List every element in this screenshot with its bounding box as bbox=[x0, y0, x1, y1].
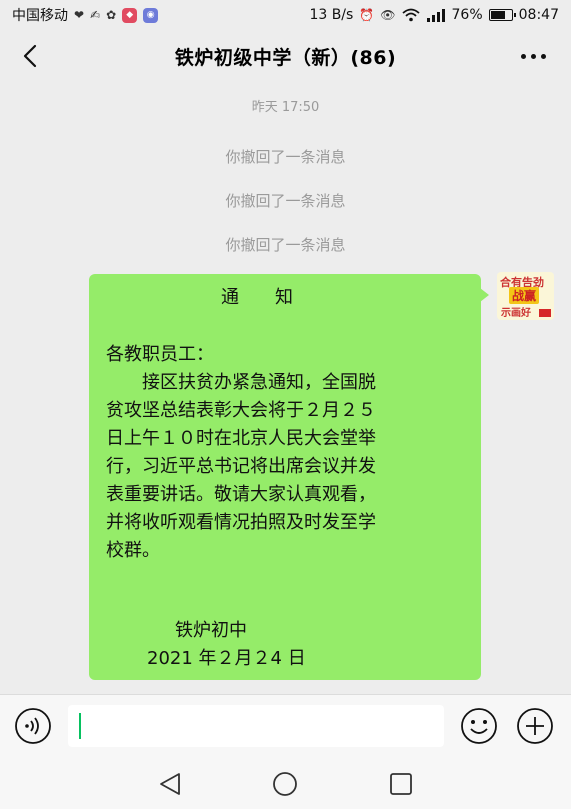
system-nav-bar bbox=[0, 758, 571, 809]
nav-home-icon[interactable] bbox=[272, 771, 298, 797]
text-caret bbox=[79, 713, 81, 739]
message-signature: 铁炉初中 bbox=[175, 620, 247, 641]
recall-notice: 你撤回了一条消息 bbox=[225, 192, 346, 210]
battery-percent: 76% bbox=[451, 7, 483, 23]
chat-app-icon: ◉ bbox=[143, 7, 159, 23]
battery-icon bbox=[488, 9, 516, 21]
status-left: 中国移动 ❤ ✍ ✿ ◆ ◉ bbox=[12, 5, 159, 25]
recall-notice: 你撤回了一条消息 bbox=[225, 236, 346, 254]
more-options-button[interactable] bbox=[513, 40, 553, 72]
message-line: 日上午１０时在北京人民大会堂举 bbox=[106, 428, 376, 449]
message-line: 校群。 bbox=[106, 540, 160, 561]
chevron-left-icon bbox=[23, 44, 37, 68]
alarm-icon: ⏰ bbox=[359, 8, 375, 22]
avatar-text: 战赢 bbox=[509, 287, 540, 304]
message-line: 表重要讲话。敬请大家认真观看， bbox=[106, 484, 376, 505]
message-line: 行，习近平总书记将出席会议并发 bbox=[106, 456, 376, 477]
carrier-name: 中国移动 bbox=[12, 8, 68, 24]
nav-back-icon[interactable] bbox=[157, 772, 183, 796]
nav-recent-apps-icon[interactable] bbox=[389, 772, 413, 796]
battery-fill bbox=[490, 11, 506, 19]
more-dots-icon bbox=[520, 53, 526, 59]
message-input[interactable] bbox=[68, 705, 444, 747]
message-bubble[interactable]: 通 知 各教职员工： 接区扶贫办紧急通知，全国脱 贫攻坚总结表彰大会将于２月２５… bbox=[89, 274, 489, 680]
message-line: 各教职员工： bbox=[106, 344, 214, 365]
avatar-text: 示画好 bbox=[501, 308, 531, 319]
chat-header: 铁炉初级中学（新）(86) bbox=[0, 30, 571, 82]
eye-icon: 👁 bbox=[380, 8, 396, 22]
notice-heading: 通 知 bbox=[221, 287, 293, 308]
status-bar: 中国移动 ❤ ✍ ✿ ◆ ◉ 13 B/s ⏰ 👁 76% 08:47 bbox=[0, 0, 571, 30]
message-date: 2021 年２月２4 日 bbox=[147, 648, 306, 669]
message-line: 并将收听观看情况拍照及时发至学 bbox=[106, 512, 376, 533]
more-dot bbox=[530, 53, 536, 59]
flag-icon bbox=[539, 309, 551, 317]
clock: 08:47 bbox=[518, 7, 559, 23]
app-notification-icon: ✿ bbox=[106, 8, 117, 22]
plus-icon[interactable] bbox=[516, 707, 554, 745]
chat-input-bar bbox=[0, 694, 571, 758]
voice-input-icon[interactable] bbox=[14, 707, 52, 745]
chat-messages[interactable]: 昨天 17:50 你撤回了一条消息 你撤回了一条消息 你撤回了一条消息 通 知 … bbox=[0, 82, 571, 694]
message-line: 贫攻坚总结表彰大会将于２月２５ bbox=[106, 400, 376, 421]
more-dot bbox=[540, 53, 546, 59]
app-badge-icon: ◆ bbox=[122, 7, 138, 23]
chat-title: 铁炉初级中学（新）(86) bbox=[174, 46, 397, 69]
recall-notice: 你撤回了一条消息 bbox=[225, 148, 346, 166]
emoji-icon[interactable] bbox=[460, 707, 498, 745]
message-line: 接区扶贫办紧急通知，全国脱 bbox=[106, 372, 376, 393]
cell-signal-icon bbox=[426, 9, 445, 22]
wifi-icon bbox=[401, 8, 420, 22]
avatar[interactable]: 合有告劲 战赢 示画好 bbox=[497, 272, 554, 320]
message-timestamp: 昨天 17:50 bbox=[251, 100, 320, 115]
heart-icon: ❤ bbox=[74, 8, 85, 22]
back-button[interactable] bbox=[14, 40, 46, 72]
network-speed: 13 B/s bbox=[309, 7, 354, 23]
status-right: 13 B/s ⏰ 👁 76% 08:47 bbox=[309, 7, 559, 23]
signal-hd-icon: ✍ bbox=[90, 8, 101, 22]
